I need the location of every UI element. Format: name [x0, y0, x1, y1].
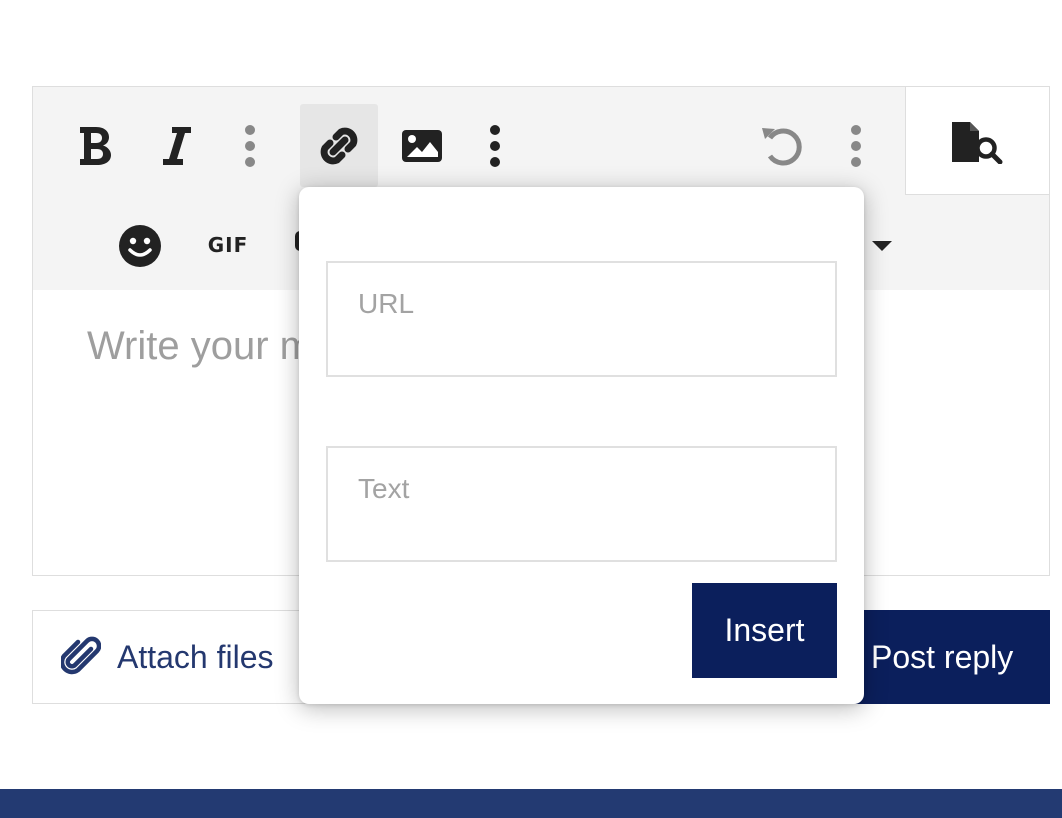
- italic-icon: [163, 127, 191, 165]
- more-toolbar-dropdown[interactable]: [869, 233, 895, 259]
- bold-button[interactable]: [69, 121, 119, 171]
- link-text-input[interactable]: [326, 446, 837, 562]
- more-history-options-button[interactable]: [841, 121, 871, 171]
- insert-link-popup: Insert: [299, 187, 864, 704]
- dropdown-caret-icon: [872, 241, 892, 251]
- preview-toggle-area: [905, 87, 1049, 195]
- link-icon: [320, 127, 358, 164]
- more-insert-options-button[interactable]: [480, 121, 510, 171]
- undo-icon: [762, 128, 802, 166]
- url-input[interactable]: [326, 261, 837, 377]
- emoji-button[interactable]: [115, 221, 165, 271]
- insert-button[interactable]: Insert: [692, 583, 837, 678]
- toolbar-row-primary: [33, 87, 905, 195]
- smiley-icon: [119, 225, 161, 267]
- preview-icon: [952, 122, 1003, 164]
- preview-button[interactable]: [946, 117, 1006, 167]
- insert-link-button[interactable]: [300, 104, 378, 187]
- gif-icon: GIF: [207, 233, 249, 257]
- insert-image-button[interactable]: [395, 121, 449, 171]
- message-placeholder: Write your message...: [87, 324, 299, 368]
- more-vertical-icon: [851, 125, 861, 167]
- bold-icon: [80, 127, 111, 165]
- paperclip-icon: [61, 636, 101, 675]
- more-text-options-button[interactable]: [233, 121, 267, 171]
- undo-button[interactable]: [755, 121, 809, 171]
- italic-button[interactable]: [151, 121, 201, 171]
- image-icon: [402, 130, 442, 162]
- more-vertical-icon: [245, 125, 255, 167]
- gif-button[interactable]: GIF: [203, 229, 253, 261]
- attach-files-label: Attach files: [117, 639, 274, 675]
- footer-bar: [0, 789, 1062, 818]
- more-vertical-icon: [490, 125, 500, 167]
